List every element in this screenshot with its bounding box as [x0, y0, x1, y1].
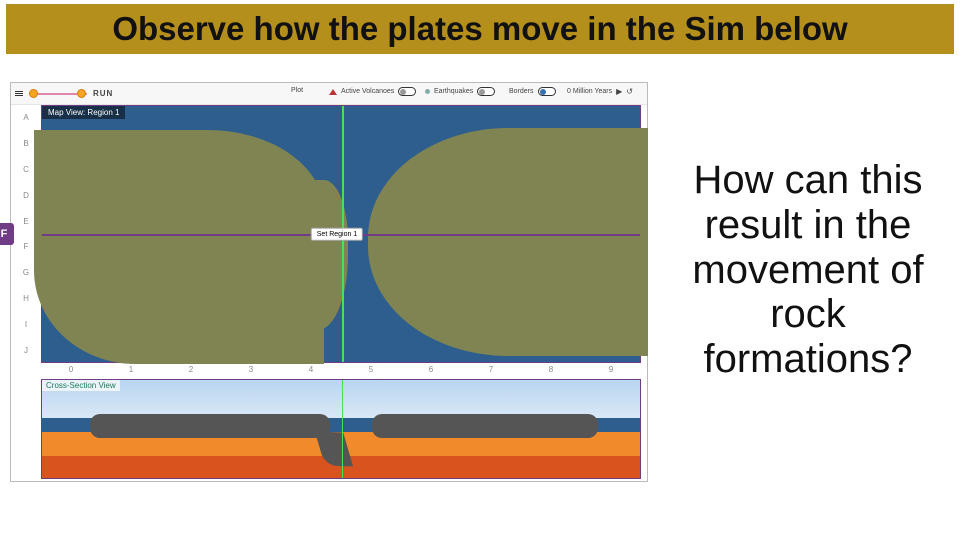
row-label: A: [23, 113, 28, 122]
col-label: 2: [189, 365, 193, 379]
time-label: 0 Million Years: [567, 88, 612, 95]
boundaries-label: Borders: [509, 88, 534, 95]
slider-knob-end[interactable]: [77, 89, 86, 98]
map-title: Map View: Region 1: [42, 106, 125, 119]
col-label: 7: [489, 365, 493, 379]
speed-slider[interactable]: [31, 93, 87, 95]
region-callout[interactable]: Set Region 1: [311, 228, 363, 241]
slider-knob-start[interactable]: [29, 89, 38, 98]
row-marker-f: F: [0, 223, 14, 245]
row-label: J: [24, 346, 28, 355]
col-label: 1: [129, 365, 133, 379]
earthquakes-label: Earthquakes: [434, 88, 473, 95]
cs-plate-right: [372, 414, 598, 438]
run-button[interactable]: RUN: [93, 89, 113, 98]
boundaries-toggle[interactable]: [538, 87, 556, 96]
row-label: G: [23, 268, 29, 277]
col-label: 0: [69, 365, 73, 379]
col-label: 9: [609, 365, 613, 379]
col-label: 4: [309, 365, 313, 379]
reset-icon[interactable]: ↺: [626, 87, 633, 96]
sim-toolbar: RUN Plot Active Volcanoes Earthquakes Bo…: [11, 83, 647, 105]
play-icon[interactable]: ▶: [616, 87, 622, 96]
landmass-right: [368, 128, 648, 356]
title-text: Observe how the plates move in the Sim b…: [112, 10, 847, 48]
row-label: B: [23, 139, 28, 148]
earthquakes-toggle[interactable]: [477, 87, 495, 96]
cross-section-panel: Cross-Section View: [41, 379, 641, 479]
volcanoes-toggle[interactable]: [398, 87, 416, 96]
question-text: How can this result in the movement of r…: [672, 158, 944, 382]
row-label: E: [23, 217, 28, 226]
cs-plate-left: [90, 414, 330, 438]
row-label: I: [25, 320, 27, 329]
col-label: 5: [369, 365, 373, 379]
col-label: 8: [549, 365, 553, 379]
map-col-axis: 0 1 2 3 4 5 6 7 8 9: [41, 365, 641, 379]
col-label: 6: [429, 365, 433, 379]
cs-sky: [42, 380, 640, 418]
cs-title: Cross-Section View: [42, 380, 120, 391]
volcanoes-label: Active Volcanoes: [341, 88, 394, 95]
row-label: H: [23, 294, 29, 303]
row-label: C: [23, 165, 29, 174]
map-panel: Map View: Region 1 Set Region 1: [41, 105, 641, 363]
landmass-left: [34, 130, 324, 364]
menu-icon[interactable]: [11, 91, 25, 96]
sim-screenshot: RUN Plot Active Volcanoes Earthquakes Bo…: [10, 82, 648, 482]
row-label: D: [23, 191, 29, 200]
cs-boundary-line: [342, 380, 343, 478]
row-label: F: [24, 242, 29, 251]
earthquake-icon: [425, 89, 430, 94]
title-bar: Observe how the plates move in the Sim b…: [6, 4, 954, 54]
volcano-icon: [329, 89, 337, 95]
col-label: 3: [249, 365, 253, 379]
plot-label: Plot: [291, 87, 303, 94]
